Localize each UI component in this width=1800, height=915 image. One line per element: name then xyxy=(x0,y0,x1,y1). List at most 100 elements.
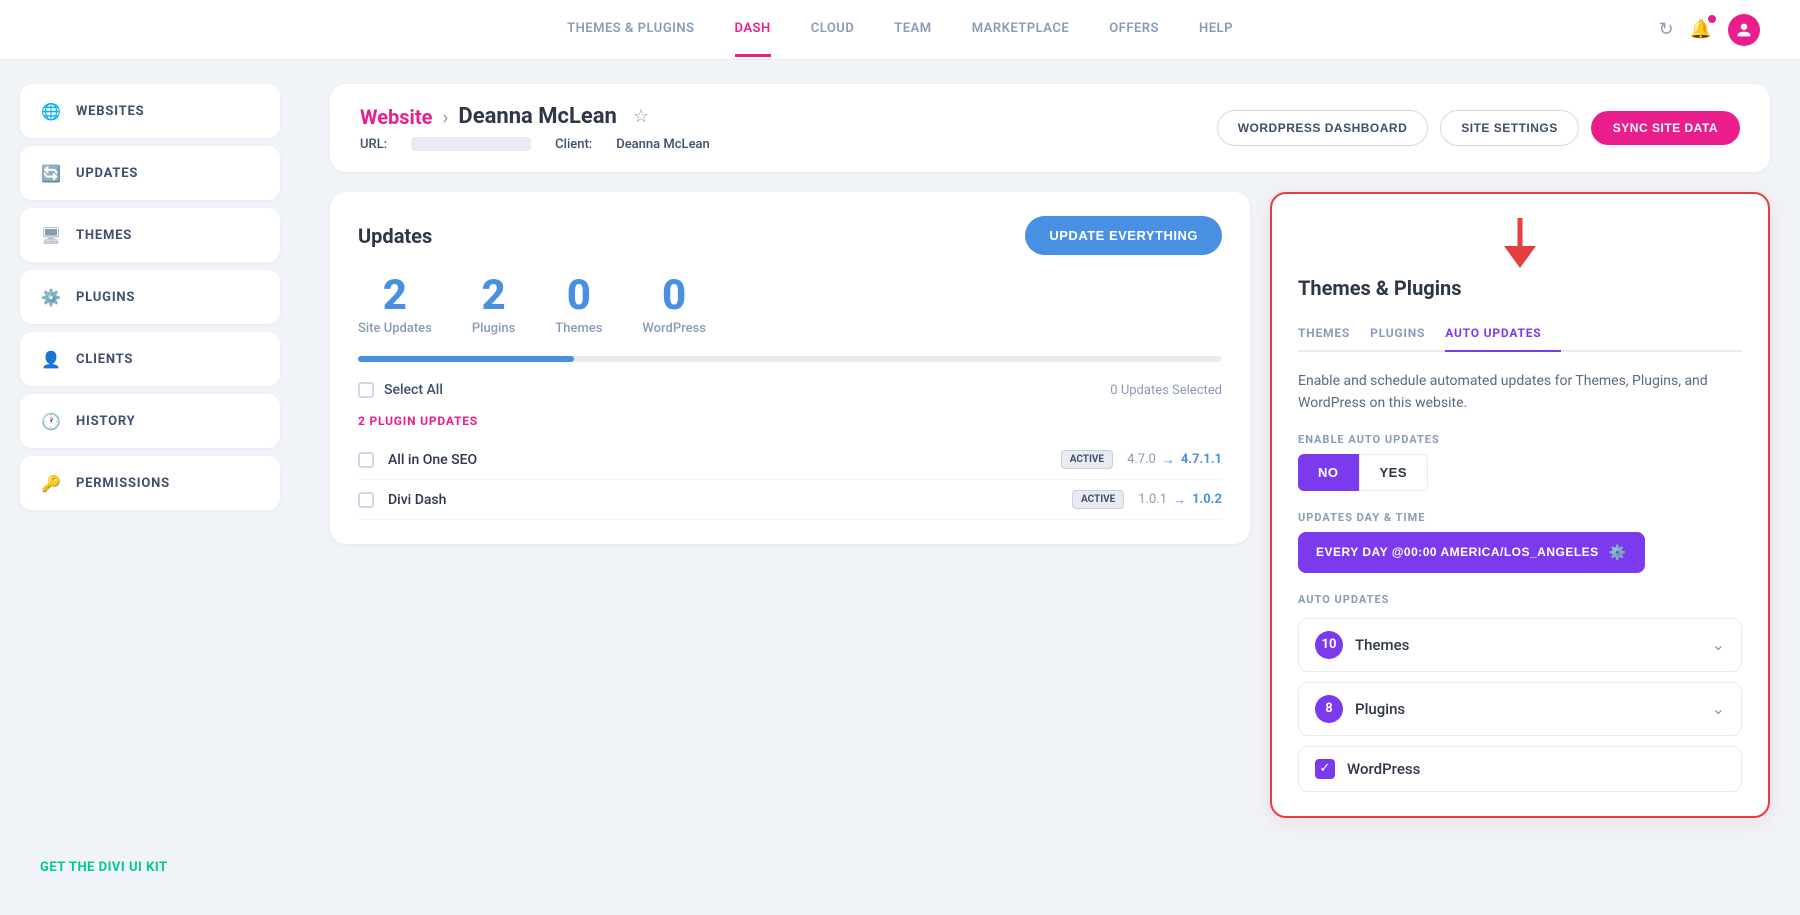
updates-selected-count: 0 Updates Selected xyxy=(1110,383,1222,398)
stat-site-updates: 2 Site Updates xyxy=(358,275,432,336)
page-header: Website › Deanna McLean ☆ URL: Client: D… xyxy=(330,84,1770,172)
stat-wordpress: 0 WordPress xyxy=(642,275,706,336)
sidebar-item-plugins[interactable]: ⚙️ PLUGINS xyxy=(20,270,280,324)
sync-site-data-button[interactable]: SYNC SITE DATA xyxy=(1591,111,1740,145)
toggle-no-button[interactable]: NO xyxy=(1298,454,1359,491)
sidebar-item-websites[interactable]: 🌐 WEBSITES xyxy=(20,84,280,138)
main-layout: 🌐 WEBSITES 🔄 UPDATES 🖥 THEMES ⚙️ PLUGINS… xyxy=(0,60,1800,915)
main-content: Website › Deanna McLean ☆ URL: Client: D… xyxy=(300,60,1800,915)
updates-title: Updates xyxy=(358,224,432,248)
sidebar-item-history[interactable]: 🕐 HISTORY xyxy=(20,394,280,448)
sidebar-label-websites: WEBSITES xyxy=(76,104,144,119)
tab-plugins[interactable]: PLUGINS xyxy=(1370,316,1445,352)
select-all-label[interactable]: Select All xyxy=(358,382,443,398)
plugin-checkbox-divi[interactable] xyxy=(358,492,374,508)
nav-links: THEMES & PLUGINS DASH CLOUD TEAM MARKETP… xyxy=(567,3,1233,57)
nav-cloud[interactable]: CLOUD xyxy=(811,3,855,57)
select-all-row: Select All 0 Updates Selected xyxy=(358,382,1222,398)
sidebar-item-clients[interactable]: 👤 CLIENTS xyxy=(20,332,280,386)
sidebar-label-updates: UPDATES xyxy=(76,166,138,181)
header-meta: URL: Client: Deanna McLean xyxy=(360,137,710,152)
sidebar-item-permissions[interactable]: 🔑 PERMISSIONS xyxy=(20,456,280,510)
stats-row: 2 Site Updates 2 Plugins 0 Themes 0 Word… xyxy=(358,275,1222,336)
themes-chevron-icon: ⌄ xyxy=(1712,635,1725,654)
wordpress-checkbox[interactable]: ✓ xyxy=(1315,759,1335,779)
select-all-checkbox[interactable] xyxy=(358,382,374,398)
stat-plugins: 2 Plugins xyxy=(472,275,515,336)
schedule-value: EVERY DAY @00:00 AMERICA/LOS_ANGELES xyxy=(1316,545,1599,559)
sidebar-item-themes[interactable]: 🖥 THEMES xyxy=(20,208,280,262)
clock-icon: 🕐 xyxy=(40,410,62,432)
panel-tabs: THEMES PLUGINS AUTO UPDATES xyxy=(1298,316,1742,352)
plugin-version-seo: 4.7.0 → 4.7.1.1 xyxy=(1127,452,1222,468)
breadcrumb: Website › Deanna McLean ☆ xyxy=(360,104,710,129)
plugin-badge-seo: ACTIVE xyxy=(1061,450,1113,469)
auto-updates-section-label: AUTO UPDATES xyxy=(1298,593,1742,606)
right-panel-title: Themes & Plugins xyxy=(1298,276,1742,300)
panel-description: Enable and schedule automated updates fo… xyxy=(1298,370,1742,415)
tab-auto-updates[interactable]: AUTO UPDATES xyxy=(1445,316,1561,352)
enable-auto-updates-label: ENABLE AUTO UPDATES xyxy=(1298,433,1742,446)
update-everything-button[interactable]: UPDATE EVERYTHING xyxy=(1025,216,1222,255)
nav-dash[interactable]: DASH xyxy=(735,3,771,57)
nav-right-actions: ↻ 🔔 xyxy=(1658,14,1760,46)
user-icon: 👤 xyxy=(40,348,62,370)
key-icon: 🔑 xyxy=(40,472,62,494)
stat-plugins-label: Plugins xyxy=(472,321,515,336)
progress-track xyxy=(358,356,1222,362)
sidebar: 🌐 WEBSITES 🔄 UPDATES 🖥 THEMES ⚙️ PLUGINS… xyxy=(0,60,300,915)
header-left: Website › Deanna McLean ☆ URL: Client: D… xyxy=(360,104,710,152)
auto-update-plugins-row[interactable]: 8 Plugins ⌄ xyxy=(1298,682,1742,736)
sidebar-label-history: HISTORY xyxy=(76,414,136,429)
wordpress-dashboard-button[interactable]: WORDPRESS DASHBOARD xyxy=(1217,110,1429,146)
breadcrumb-current-site: Deanna McLean xyxy=(458,104,616,129)
get-divi-kit-link[interactable]: GET THE DIVI UI KIT xyxy=(40,860,168,875)
progress-fill xyxy=(358,356,574,362)
stat-wordpress-label: WordPress xyxy=(642,321,706,336)
sidebar-label-permissions: PERMISSIONS xyxy=(76,476,170,491)
stat-plugins-number: 2 xyxy=(472,275,515,317)
nav-offers[interactable]: OFFERS xyxy=(1109,3,1159,57)
user-avatar[interactable] xyxy=(1728,14,1760,46)
monitor-icon: 🖥 xyxy=(40,224,62,246)
globe-icon: 🌐 xyxy=(40,100,62,122)
toggle-yes-button[interactable]: YES xyxy=(1359,454,1429,491)
breadcrumb-separator: › xyxy=(442,105,448,129)
nav-help[interactable]: HELP xyxy=(1199,3,1233,57)
nav-team[interactable]: TEAM xyxy=(894,3,931,57)
schedule-button[interactable]: EVERY DAY @00:00 AMERICA/LOS_ANGELES ⚙️ xyxy=(1298,532,1645,573)
arrow-indicator xyxy=(1298,218,1742,268)
content-row: Updates UPDATE EVERYTHING 2 Site Updates… xyxy=(330,192,1770,818)
auto-updates-section: AUTO UPDATES 10 Themes ⌄ 8 Plugins xyxy=(1298,593,1742,792)
wordpress-row[interactable]: ✓ WordPress xyxy=(1298,746,1742,792)
client-name: Deanna McLean xyxy=(616,137,710,152)
right-panel-themes-plugins: Themes & Plugins THEMES PLUGINS AUTO UPD… xyxy=(1270,192,1770,818)
auto-update-themes-name: Themes xyxy=(1355,636,1409,654)
nav-themes-plugins[interactable]: THEMES & PLUGINS xyxy=(567,3,694,57)
url-value xyxy=(411,137,531,151)
tab-themes[interactable]: THEMES xyxy=(1298,316,1370,352)
down-arrow-icon xyxy=(1500,218,1540,268)
updates-panel: Updates UPDATE EVERYTHING 2 Site Updates… xyxy=(330,192,1250,544)
auto-update-themes-row[interactable]: 10 Themes ⌄ xyxy=(1298,618,1742,672)
site-settings-button[interactable]: SITE SETTINGS xyxy=(1440,110,1579,146)
sidebar-item-updates[interactable]: 🔄 UPDATES xyxy=(20,146,280,200)
gear-icon: ⚙️ xyxy=(40,286,62,308)
url-label: URL: xyxy=(360,137,387,152)
stat-themes: 0 Themes xyxy=(555,275,602,336)
wordpress-name: WordPress xyxy=(1347,760,1420,778)
plugins-chevron-icon: ⌄ xyxy=(1712,699,1725,718)
refresh-icon[interactable]: ↻ xyxy=(1658,19,1673,40)
auto-update-themes-left: 10 Themes xyxy=(1315,631,1409,659)
plugin-checkbox-seo[interactable] xyxy=(358,452,374,468)
star-icon[interactable]: ☆ xyxy=(633,106,649,127)
client-label: Client: xyxy=(555,137,592,152)
plugin-name-seo: All in One SEO xyxy=(388,452,1047,468)
schedule-section: UPDATES DAY & TIME EVERY DAY @00:00 AMER… xyxy=(1298,511,1742,573)
nav-marketplace[interactable]: MARKETPLACE xyxy=(972,3,1070,57)
breadcrumb-website-link[interactable]: Website xyxy=(360,105,432,129)
plugin-name-divi: Divi Dash xyxy=(388,492,1058,508)
bell-icon[interactable]: 🔔 xyxy=(1690,19,1712,40)
stat-site-updates-label: Site Updates xyxy=(358,321,432,336)
top-navigation: THEMES & PLUGINS DASH CLOUD TEAM MARKETP… xyxy=(0,0,1800,60)
